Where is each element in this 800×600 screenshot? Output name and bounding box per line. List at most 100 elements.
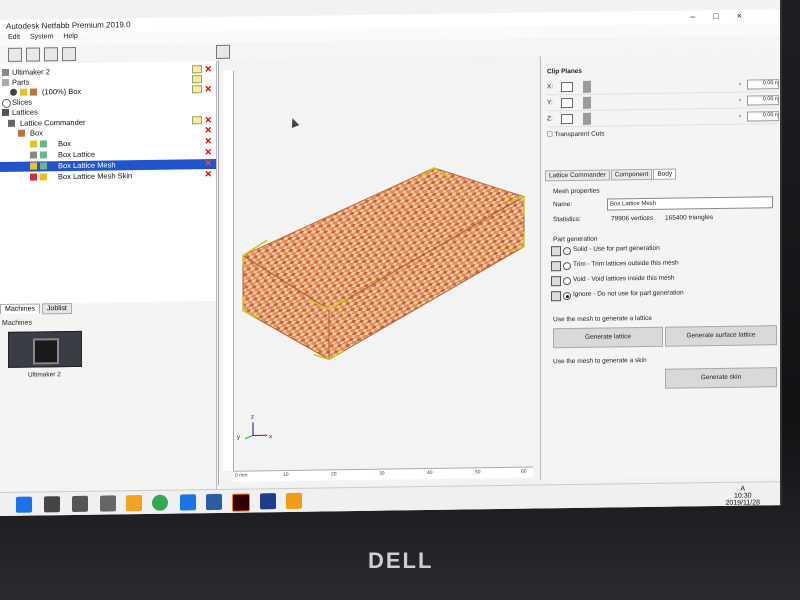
app-f-icon[interactable] xyxy=(126,495,142,512)
option-label: Solid - Use for part generation xyxy=(573,244,660,253)
remove-icon[interactable]: ✕ xyxy=(204,64,212,75)
eye-icon[interactable] xyxy=(10,88,17,96)
machine-card[interactable] xyxy=(8,330,82,368)
chevron-right-icon[interactable]: › xyxy=(739,97,741,104)
clip-slider[interactable] xyxy=(583,112,591,125)
save-icon[interactable] xyxy=(8,47,22,62)
part-icon xyxy=(30,88,37,96)
store-icon[interactable] xyxy=(72,495,88,512)
item-box-lattice-mesh-skin-label: Box Lattice Mesh Skin xyxy=(58,171,133,182)
dell-logo: DELL xyxy=(368,548,434,573)
ruler-tick: 0 mm xyxy=(235,472,248,479)
clip-slider[interactable] xyxy=(583,96,591,109)
folder-icon[interactable] xyxy=(192,75,202,84)
bulb-icon[interactable] xyxy=(30,140,37,148)
open-icon[interactable] xyxy=(26,47,40,62)
triangles-count: 165400 triangles xyxy=(665,214,714,222)
part-generation-title: Part generation xyxy=(553,235,598,244)
center-view-icon[interactable] xyxy=(216,44,230,59)
clip-slider[interactable] xyxy=(583,80,591,93)
warning-icon xyxy=(30,173,37,181)
remove-icon[interactable]: ✕ xyxy=(204,125,212,136)
system-tray[interactable]: A 10:30 2019/11/28 xyxy=(725,485,760,507)
axis-triad: x y z xyxy=(237,414,272,440)
clip-value-input[interactable]: 0.00 n xyxy=(747,95,779,106)
lattices-icon xyxy=(2,108,9,116)
generate-surface-lattice-button[interactable]: Generate surface lattice xyxy=(665,325,777,347)
chevron-right-icon[interactable]: › xyxy=(739,113,741,120)
folder-icon[interactable] xyxy=(192,65,202,74)
task-view-icon[interactable] xyxy=(44,496,60,513)
illustrator-icon[interactable] xyxy=(232,493,250,512)
item-box-lattice-mesh-label: Box Lattice Mesh xyxy=(58,160,116,171)
screen: Autodesk Netfabb Premium 2019.0 ‒□× Edit… xyxy=(0,0,782,517)
machines-panel: Machines Joblist Machines Ultimaker 2 xyxy=(0,300,217,494)
option-label: Ignore - Do not use for part generation xyxy=(573,289,684,298)
plane-y-icon[interactable] xyxy=(561,97,573,109)
chrome-icon[interactable] xyxy=(152,494,168,511)
remove-icon[interactable]: ✕ xyxy=(204,169,212,180)
property-tabs: Lattice Commander Component Body xyxy=(545,168,677,182)
generate-skin-button[interactable]: Generate skin xyxy=(665,367,777,389)
folder-icon[interactable] xyxy=(192,116,202,125)
solid-icon xyxy=(551,246,561,257)
settings-icon[interactable] xyxy=(206,493,222,511)
chevron-right-icon[interactable]: › xyxy=(739,81,741,88)
bulb-icon[interactable] xyxy=(40,173,47,181)
folder-icon[interactable] xyxy=(192,85,202,94)
lattices-label: Lattices xyxy=(12,107,38,117)
export-icon[interactable] xyxy=(44,47,58,62)
svg-text:x: x xyxy=(269,434,272,440)
bulb-icon[interactable] xyxy=(30,162,37,170)
clip-value-input[interactable]: 0.00 n xyxy=(747,79,779,90)
printer-icon xyxy=(2,68,9,76)
app-r-icon[interactable] xyxy=(260,493,276,510)
machine-name: Ultimaker 2 xyxy=(28,371,61,379)
ruler-tick: 20 xyxy=(331,471,337,478)
tab-body[interactable]: Body xyxy=(653,168,677,180)
radio-button[interactable] xyxy=(563,262,571,271)
tab-joblist[interactable]: Joblist xyxy=(41,302,72,315)
tab-machines[interactable]: Machines xyxy=(0,303,40,314)
3d-viewport[interactable]: x y z 0 mm 10 20 30 40 50 60 xyxy=(218,56,537,485)
properties-panel: Clip Planes X: › 0.00 n Y: › 0.00 n Z: ›… xyxy=(540,53,781,481)
parts-icon xyxy=(2,78,9,86)
generate-lattice-button[interactable]: Generate lattice xyxy=(553,326,663,349)
menu-help[interactable]: Help xyxy=(63,33,77,40)
radio-button[interactable] xyxy=(563,277,571,286)
plane-z-icon[interactable] xyxy=(561,113,573,125)
name-field[interactable]: Box Lattice Mesh xyxy=(607,196,773,211)
ruler-tick: 10 xyxy=(283,471,289,479)
lower-tabs: Machines Joblist xyxy=(0,302,72,316)
plane-x-icon[interactable] xyxy=(561,81,573,93)
remove-icon[interactable]: ✕ xyxy=(204,147,212,158)
window-controls[interactable]: ‒□× xyxy=(690,10,760,21)
cortana-icon[interactable] xyxy=(16,496,32,513)
option-label: Trim - Trim lattices outside this mesh xyxy=(573,259,679,268)
tree-root-label: Ultimaker 2 xyxy=(12,67,50,77)
tab-lattice-commander[interactable]: Lattice Commander xyxy=(545,169,610,182)
transparent-cuts-checkbox[interactable]: ☐ Transparent Cuts xyxy=(547,130,605,139)
clip-value-input[interactable]: 0.00 n xyxy=(747,111,779,122)
lattice-commander-label: Lattice Commander xyxy=(20,117,86,128)
item-box-lattice-label: Box Lattice xyxy=(58,149,96,160)
view-icon[interactable] xyxy=(62,46,76,62)
clip-plane-z[interactable]: Z: › 0.00 n xyxy=(547,109,779,128)
mesh-icon xyxy=(40,151,47,159)
radio-button[interactable] xyxy=(563,247,571,256)
trim-icon xyxy=(551,261,561,272)
tree-item-box-lattice-mesh-skin[interactable]: Box Lattice Mesh Skin ✕ xyxy=(0,169,216,183)
bulb-icon[interactable] xyxy=(20,88,27,96)
remove-icon[interactable]: ✕ xyxy=(204,136,212,147)
remove-icon[interactable]: ✕ xyxy=(204,158,212,169)
menu-edit[interactable]: Edit xyxy=(8,34,20,41)
mail-icon[interactable] xyxy=(100,495,116,512)
remove-icon[interactable]: ✕ xyxy=(204,84,212,95)
menu-system[interactable]: System xyxy=(30,33,53,40)
netfabb-icon[interactable] xyxy=(286,492,302,510)
tab-component[interactable]: Component xyxy=(610,168,653,181)
group-icon xyxy=(18,129,25,137)
window-title: Autodesk Netfabb Premium 2019.0 xyxy=(6,20,131,31)
edge-icon[interactable] xyxy=(180,494,196,511)
radio-button[interactable] xyxy=(563,292,571,301)
